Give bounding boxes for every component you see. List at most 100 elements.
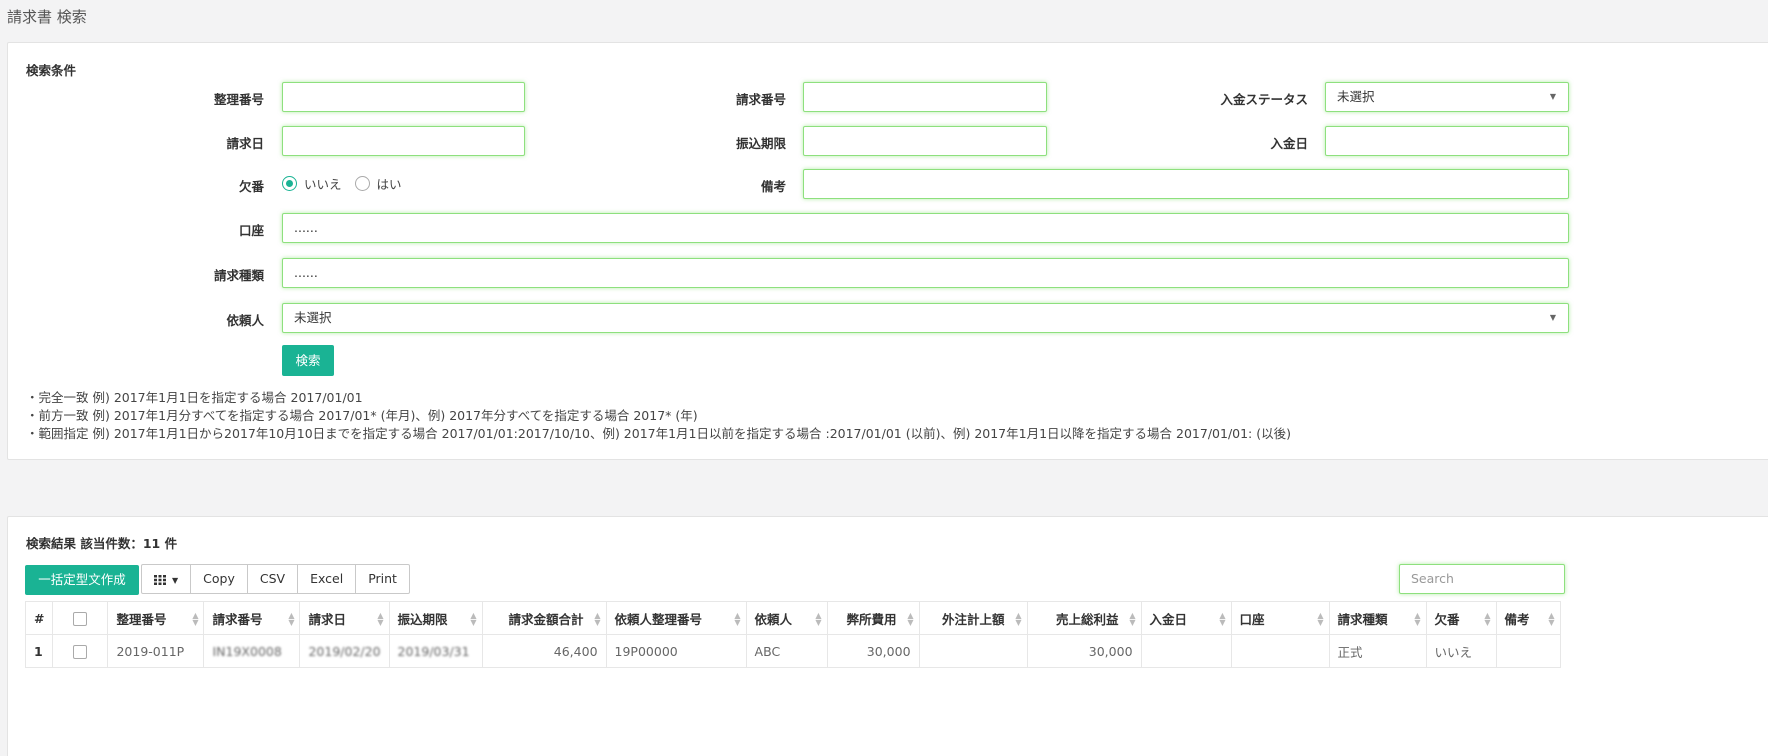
irainin-select[interactable]: 未選択 ▼ [282, 303, 1569, 333]
seikyu-bi-label: 請求日 [226, 136, 264, 151]
biko-input[interactable] [803, 169, 1569, 199]
export-toolbar: ▼ Copy CSV Excel Print [141, 564, 410, 594]
table-row[interactable]: 1 2019-011P IN19X0008 2019/02/20 2019/03… [24, 634, 1561, 668]
col-header-select [52, 601, 109, 635]
col-header-gaichu[interactable]: 外注計上額 ▲ ▼ [918, 601, 1028, 635]
ketsuban-yes-label: はい [376, 177, 402, 192]
search-panel: 検索条件 整理番号 請求番号 入金ステータス 未選択 ▼ 請求日 振込期限 入金… [7, 42, 1768, 460]
col-header-koza[interactable]: 口座 ▲ ▼ [1230, 601, 1330, 635]
sort-icon: ▲ ▼ [734, 611, 741, 627]
seikyu-bi-input[interactable] [282, 126, 525, 156]
col-header-heisho-hiyo[interactable]: 弊所費用 ▲ ▼ [826, 601, 920, 635]
ketsuban-yes-radio[interactable] [354, 176, 370, 191]
cell-uriage: 30,000 [1026, 634, 1142, 668]
table-search-input[interactable]: Search [1399, 564, 1565, 594]
nyukin-status-label: 入金ステータス [1220, 92, 1308, 107]
koza-label: 口座 [238, 223, 264, 238]
biko-label: 備考 [760, 179, 786, 194]
col-header-nyukin-bi[interactable]: 入金日 ▲ ▼ [1140, 601, 1232, 635]
seikyu-shurui-label: 請求種類 [213, 268, 264, 283]
hint-range: ・範囲指定 例) 2017年1月1日から2017年10月10日までを指定する場合… [26, 426, 1291, 441]
cell-irainin-seiri: 19P00000 [605, 634, 747, 668]
row-checkbox[interactable] [73, 644, 88, 659]
search-hints: ・完全一致 例) 2017年1月1日を指定する場合 2017/01/01 ・前方… [26, 389, 1291, 443]
col-header-seiri[interactable]: 整理番号 ▲ ▼ [107, 601, 205, 635]
search-heading: 検索条件 [26, 63, 77, 78]
col-header-seikyu-bi[interactable]: 請求日 ▲ ▼ [299, 601, 390, 635]
seiri-input[interactable] [282, 82, 525, 112]
ketsuban-radio-group: いいえ はい [282, 174, 415, 193]
col-header-furikomi[interactable]: 振込期限 ▲ ▼ [388, 601, 483, 635]
cell-heisho-hiyo: 30,000 [826, 634, 920, 668]
nyukin-bi-input[interactable] [1325, 126, 1569, 156]
chevron-down-icon: ▼ [1549, 92, 1556, 101]
cell-seikyu-bi: 2019/02/20 [299, 634, 390, 668]
col-header-uriage[interactable]: 売上総利益 ▲ ▼ [1026, 601, 1142, 635]
furikomi-label: 振込期限 [735, 136, 786, 151]
sort-icon: ▲ ▼ [907, 611, 914, 627]
results-table: # 整理番号 ▲ ▼ 請求番号 ▲ ▼ 請求日 ▲ ▼ 振込期限 ▲ ▼ 請求金額合計 ▲ ▼ 依頼… [24, 601, 1561, 668]
hint-exact: ・完全一致 例) 2017年1月1日を指定する場合 2017/01/01 [26, 390, 363, 405]
seikyu-bango-label: 請求番号 [735, 92, 786, 107]
sort-icon: ▲ ▼ [1484, 611, 1491, 627]
sort-icon: ▲ ▼ [1129, 611, 1136, 627]
cell-irainin: ABC [745, 634, 828, 668]
col-header-irainin[interactable]: 依頼人 ▲ ▼ [745, 601, 828, 635]
col-header-index: # [24, 601, 54, 635]
col-header-biko[interactable]: 備考 ▲ ▼ [1495, 601, 1561, 635]
sort-icon: ▲ ▼ [377, 611, 384, 627]
search-button[interactable]: 検索 [282, 345, 334, 376]
select-all-checkbox[interactable] [73, 611, 88, 626]
koza-input[interactable]: ...... [282, 213, 1569, 243]
sort-icon: ▲ ▼ [1548, 611, 1555, 627]
sort-icon: ▲ ▼ [288, 611, 295, 627]
cell-ketsuban: いいえ [1425, 634, 1497, 668]
col-header-seikyu-bango[interactable]: 請求番号 ▲ ▼ [203, 601, 301, 635]
furikomi-input[interactable] [803, 126, 1047, 156]
ketsuban-no-label: いいえ [304, 177, 342, 192]
ketsuban-no-radio[interactable] [282, 176, 297, 191]
cell-shurui: 正式 [1328, 634, 1427, 668]
page-title: 請求書 検索 [7, 8, 87, 26]
csv-button[interactable]: CSV [248, 565, 299, 593]
col-header-ketsuban[interactable]: 欠番 ▲ ▼ [1425, 601, 1497, 635]
bulk-template-button[interactable]: 一括定型文作成 [25, 565, 139, 595]
print-button[interactable]: Print [356, 565, 409, 593]
nyukin-status-select[interactable]: 未選択 ▼ [1325, 82, 1569, 112]
hint-prefix: ・前方一致 例) 2017年1月分すべてを指定する場合 2017/01* (年月… [26, 408, 698, 423]
cell-nyukin-bi [1140, 634, 1232, 668]
sort-icon: ▲ ▼ [1015, 611, 1022, 627]
cell-koza [1230, 634, 1330, 668]
grid-icon [154, 574, 166, 585]
sort-icon: ▲ ▼ [470, 611, 477, 627]
results-panel: 検索結果 該当件数：11 件 一括定型文作成 ▼ Copy CSV Excel … [7, 516, 1768, 756]
sort-icon: ▲ ▼ [594, 611, 601, 627]
column-visibility-button[interactable]: ▼ [142, 565, 192, 593]
excel-button[interactable]: Excel [298, 565, 357, 593]
results-heading: 検索結果 該当件数：11 件 [26, 536, 178, 551]
ketsuban-label: 欠番 [238, 179, 264, 194]
col-header-kingaku[interactable]: 請求金額合計 ▲ ▼ [481, 601, 607, 635]
sort-icon: ▲ ▼ [1414, 611, 1421, 627]
cell-seikyu-bango-link[interactable]: IN19X0008 [203, 634, 301, 668]
nyukin-bi-label: 入金日 [1270, 136, 1308, 151]
col-header-shurui[interactable]: 請求種類 ▲ ▼ [1328, 601, 1427, 635]
sort-icon: ▲ ▼ [1219, 611, 1226, 627]
cell-biko [1495, 634, 1561, 668]
seiri-label: 整理番号 [213, 92, 264, 107]
chevron-down-icon: ▼ [1549, 313, 1556, 322]
nyukin-status-value: 未選択 [1337, 89, 1375, 104]
seikyu-bango-input[interactable] [803, 82, 1047, 112]
cell-furikomi: 2019/03/31 [388, 634, 483, 668]
sort-icon: ▲ ▼ [192, 611, 199, 627]
sort-icon: ▲ ▼ [1317, 611, 1324, 627]
caret-down-icon: ▼ [171, 576, 179, 585]
table-header-row: # 整理番号 ▲ ▼ 請求番号 ▲ ▼ 請求日 ▲ ▼ 振込期限 ▲ ▼ 請求金額合計 ▲ ▼ 依頼… [24, 601, 1561, 635]
copy-button[interactable]: Copy [191, 565, 248, 593]
irainin-label: 依頼人 [226, 313, 264, 328]
seikyu-shurui-input[interactable]: ...... [282, 258, 1569, 288]
cell-index: 1 [24, 634, 54, 668]
cell-gaichu [918, 634, 1028, 668]
col-header-irainin-seiri[interactable]: 依頼人整理番号 ▲ ▼ [605, 601, 747, 635]
cell-kingaku: 46,400 [481, 634, 607, 668]
